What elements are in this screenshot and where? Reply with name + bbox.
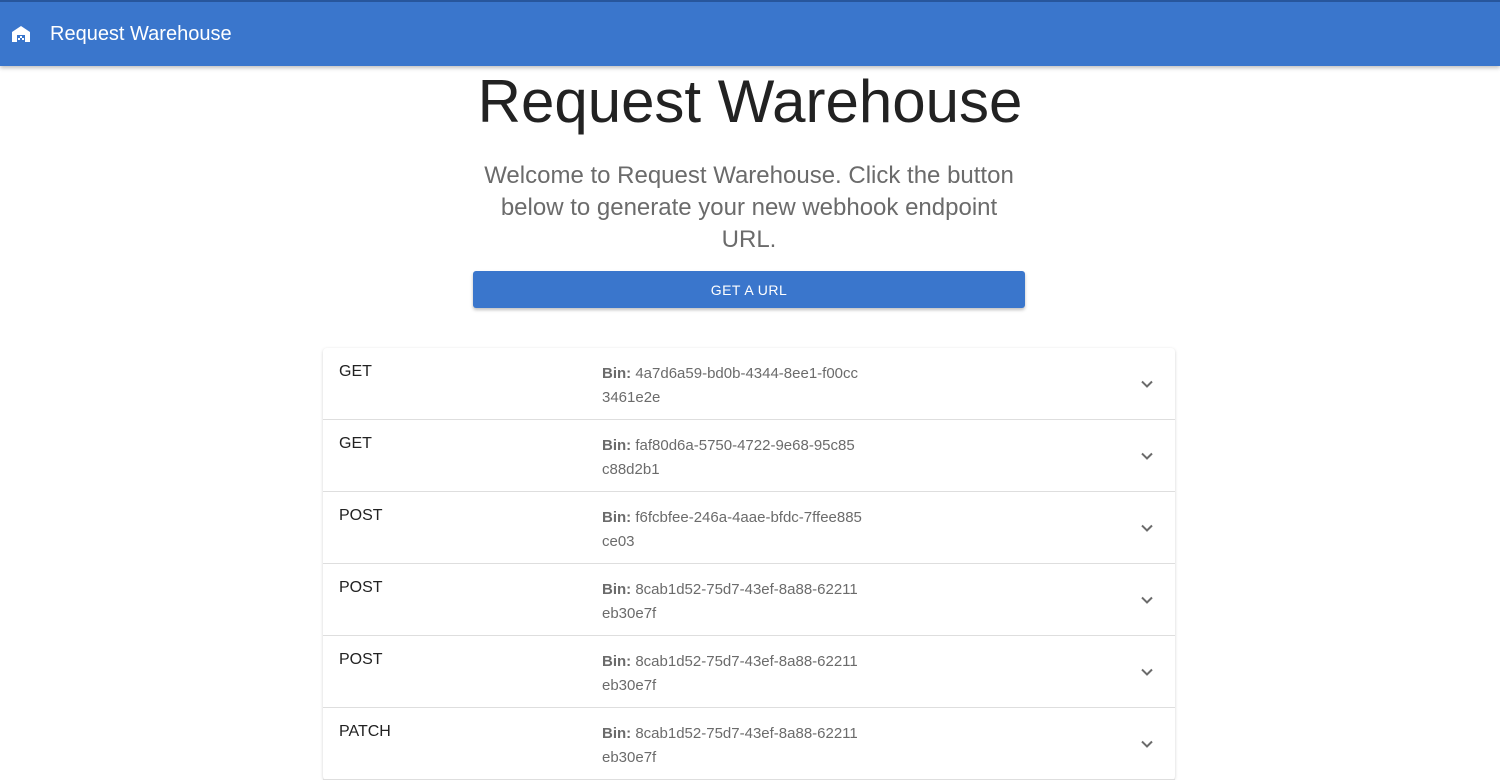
get-url-button[interactable]: GET A URL <box>473 271 1025 308</box>
request-row[interactable]: GET Bin: faf80d6a-5750-4722-9e68-95c85c8… <box>323 420 1175 492</box>
request-method: POST <box>339 579 383 596</box>
request-bin: Bin: 8cab1d52-75d7-43ef-8a88-62211eb30e7… <box>602 578 862 626</box>
request-bin: Bin: f6fcbfee-246a-4aae-bfdc-7ffee885ce0… <box>602 506 862 554</box>
chevron-down-icon[interactable] <box>1139 664 1155 680</box>
request-bin: Bin: 8cab1d52-75d7-43ef-8a88-62211eb30e7… <box>602 722 862 770</box>
bin-label: Bin: <box>602 653 632 670</box>
page-title: Request Warehouse <box>477 68 1023 135</box>
warehouse-icon[interactable] <box>11 24 31 44</box>
bin-label: Bin: <box>602 365 632 382</box>
request-list: GET Bin: 4a7d6a59-bd0b-4344-8ee1-f00cc34… <box>323 348 1175 780</box>
bin-id: faf80d6a-5750-4722-9e68-95c85c88d2b1 <box>602 437 855 478</box>
request-method: PATCH <box>339 723 391 740</box>
bin-id: 4a7d6a59-bd0b-4344-8ee1-f00cc3461e2e <box>602 365 859 406</box>
bin-id: 8cab1d52-75d7-43ef-8a88-62211eb30e7f <box>602 653 858 694</box>
request-method: GET <box>339 435 372 452</box>
request-bin: Bin: 4a7d6a59-bd0b-4344-8ee1-f00cc3461e2… <box>602 362 862 410</box>
bin-id: 8cab1d52-75d7-43ef-8a88-62211eb30e7f <box>602 581 858 622</box>
bin-id: f6fcbfee-246a-4aae-bfdc-7ffee885ce03 <box>602 509 862 550</box>
request-row[interactable]: POST Bin: 8cab1d52-75d7-43ef-8a88-62211e… <box>323 564 1175 636</box>
request-row[interactable]: GET Bin: 4a7d6a59-bd0b-4344-8ee1-f00cc34… <box>323 348 1175 420</box>
bin-id: 8cab1d52-75d7-43ef-8a88-62211eb30e7f <box>602 725 858 766</box>
app-title[interactable]: Request Warehouse <box>50 23 232 46</box>
request-method: POST <box>339 507 383 524</box>
request-method: GET <box>339 363 372 380</box>
chevron-down-icon[interactable] <box>1139 520 1155 536</box>
request-row[interactable]: POST Bin: f6fcbfee-246a-4aae-bfdc-7ffee8… <box>323 492 1175 564</box>
request-row[interactable]: POST Bin: 8cab1d52-75d7-43ef-8a88-62211e… <box>323 636 1175 708</box>
request-bin: Bin: 8cab1d52-75d7-43ef-8a88-62211eb30e7… <box>602 650 862 698</box>
chevron-down-icon[interactable] <box>1139 448 1155 464</box>
request-method: POST <box>339 651 383 668</box>
bin-label: Bin: <box>602 509 632 526</box>
request-row[interactable]: PATCH Bin: 8cab1d52-75d7-43ef-8a88-62211… <box>323 708 1175 780</box>
bin-label: Bin: <box>602 437 632 454</box>
chevron-down-icon[interactable] <box>1139 376 1155 392</box>
chevron-down-icon[interactable] <box>1139 592 1155 608</box>
bin-label: Bin: <box>602 725 632 742</box>
welcome-text: Welcome to Request Warehouse. Click the … <box>484 162 1014 253</box>
request-bin: Bin: faf80d6a-5750-4722-9e68-95c85c88d2b… <box>602 434 862 482</box>
app-bar: Request Warehouse <box>0 0 1500 66</box>
bin-label: Bin: <box>602 581 632 598</box>
